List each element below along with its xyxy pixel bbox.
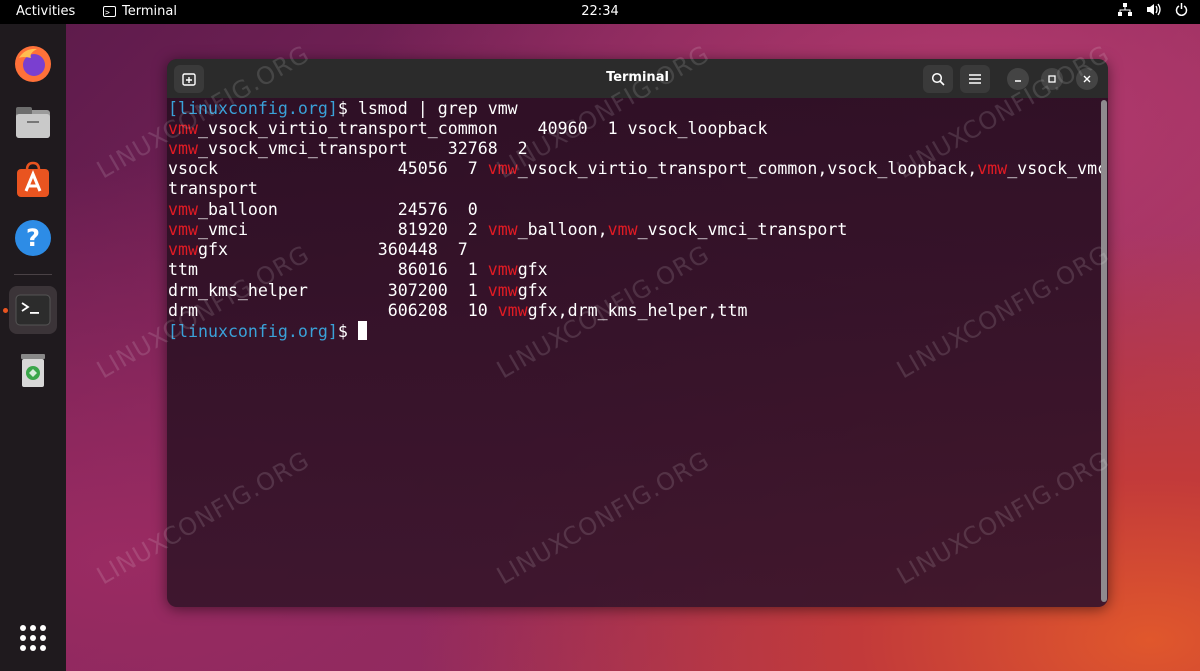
output-line: vsock 45056 7 vmw_vsock_virtio_transport… [168, 159, 1108, 179]
output-line: vmw_vsock_virtio_transport_common 40960 … [168, 119, 767, 139]
line-text: _balloon, [517, 220, 608, 239]
match-highlight: vmw [497, 301, 528, 320]
line-text: _balloon 24576 0 [197, 200, 478, 219]
clock[interactable]: 22:34 [0, 4, 1200, 19]
match-highlight: vmw [168, 139, 198, 158]
top-bar: Activities >_ Terminal 22:34 [0, 0, 1200, 24]
files-icon [16, 107, 50, 138]
line-text: drm 606208 10 [168, 301, 498, 320]
dock-software[interactable] [9, 156, 57, 204]
match-highlight: vmw [168, 220, 198, 239]
output-line: ttm 86016 1 vmwgfx [168, 260, 548, 280]
command-line: [linuxconfig.org]$ lsmod | grep vmw [168, 99, 518, 119]
window-titlebar[interactable]: Terminal [167, 59, 1108, 98]
dock: ? [0, 24, 66, 671]
app-name: Terminal [122, 4, 177, 19]
dock-firefox[interactable] [9, 40, 57, 88]
line-text: transport [168, 179, 258, 198]
line-text: _vsock_virtio_transport_common 40960 1 v… [197, 119, 768, 138]
dock-trash[interactable] [9, 346, 57, 394]
line-text: ttm 86016 1 [168, 260, 488, 279]
app-grid-icon [20, 625, 46, 651]
trash-icon [21, 354, 45, 387]
match-highlight: vmw [168, 119, 198, 138]
hamburger-menu-icon [969, 74, 981, 84]
terminal-icon: >_ [103, 6, 116, 17]
line-text: gfx [517, 281, 548, 300]
line-text: gfx 360448 7 [197, 240, 468, 259]
running-indicator [3, 308, 8, 313]
line-text: drm_kms_helper 307200 1 [168, 281, 488, 300]
dock-show-apps[interactable] [9, 614, 57, 662]
prompt-suffix: $ [337, 322, 358, 341]
line-text: _vsock_virtio_transport_common,vsock_loo… [517, 159, 978, 178]
svg-text:?: ? [26, 224, 40, 252]
app-menu[interactable]: >_ Terminal [103, 4, 177, 19]
match-highlight: vmw [977, 159, 1008, 178]
scrollbar[interactable] [1101, 100, 1107, 602]
line-text: vsock 45056 7 [168, 159, 488, 178]
output-line: vmw_vmci 81920 2 vmw_balloon,vmw_vsock_v… [168, 220, 847, 240]
software-store-icon [17, 161, 49, 197]
minimize-icon [1015, 80, 1021, 82]
maximize-icon [1048, 75, 1056, 83]
match-highlight: vmw [607, 220, 638, 239]
line-text: _vsock_vmci_transport 32768 2 [197, 139, 528, 158]
prompt-line: [linuxconfig.org]$ [168, 321, 367, 342]
shell-prompt: [linuxconfig.org] [168, 322, 338, 341]
line-text: _vsock_vmci_transport [637, 220, 848, 239]
terminal-output[interactable]: [linuxconfig.org]$ lsmod | grep vmw vmw_… [167, 98, 1108, 607]
output-line: drm_kms_helper 307200 1 vmwgfx [168, 281, 548, 301]
match-highlight: vmw [168, 200, 198, 219]
output-line: vmwgfx 360448 7 [168, 240, 468, 260]
search-icon [931, 72, 945, 86]
line-text: _vmci 81920 2 [197, 220, 488, 239]
match-highlight: vmw [487, 260, 518, 279]
command-text: $ lsmod | grep vmw [337, 99, 518, 118]
terminal-window[interactable]: Terminal [linuxconfig.org]$ lsmod | grep… [167, 59, 1108, 607]
line-text: _vsock_vmci_ [1007, 159, 1108, 178]
dock-terminal[interactable] [9, 286, 57, 334]
line-text: gfx [517, 260, 548, 279]
match-highlight: vmw [168, 240, 198, 259]
shell-prompt: [linuxconfig.org] [168, 99, 338, 118]
dock-separator [14, 274, 52, 275]
output-line: transport [168, 179, 258, 199]
help-icon: ? [15, 220, 51, 256]
maximize-button[interactable] [1041, 68, 1063, 90]
volume-icon [1146, 3, 1161, 20]
minimize-button[interactable] [1007, 68, 1029, 90]
output-line: drm 606208 10 vmwgfx,drm_kms_helper,ttm [168, 301, 747, 321]
close-icon [1083, 75, 1091, 83]
close-button[interactable] [1076, 68, 1098, 90]
output-line: vmw_balloon 24576 0 [168, 200, 478, 220]
match-highlight: vmw [487, 159, 518, 178]
search-button[interactable] [923, 65, 953, 93]
terminal-app-icon [15, 294, 51, 326]
line-text: gfx,drm_kms_helper,ttm [527, 301, 748, 320]
dock-help[interactable]: ? [9, 214, 57, 262]
power-icon [1175, 3, 1188, 20]
text-cursor [357, 321, 367, 340]
menu-button[interactable] [960, 65, 990, 93]
output-line: vmw_vsock_vmci_transport 32768 2 [168, 139, 528, 159]
match-highlight: vmw [487, 220, 518, 239]
dock-files[interactable] [9, 98, 57, 146]
match-highlight: vmw [487, 281, 518, 300]
network-icon [1118, 3, 1132, 20]
activities-button[interactable]: Activities [16, 4, 75, 19]
firefox-icon [15, 46, 51, 82]
system-tray[interactable] [1118, 3, 1188, 20]
